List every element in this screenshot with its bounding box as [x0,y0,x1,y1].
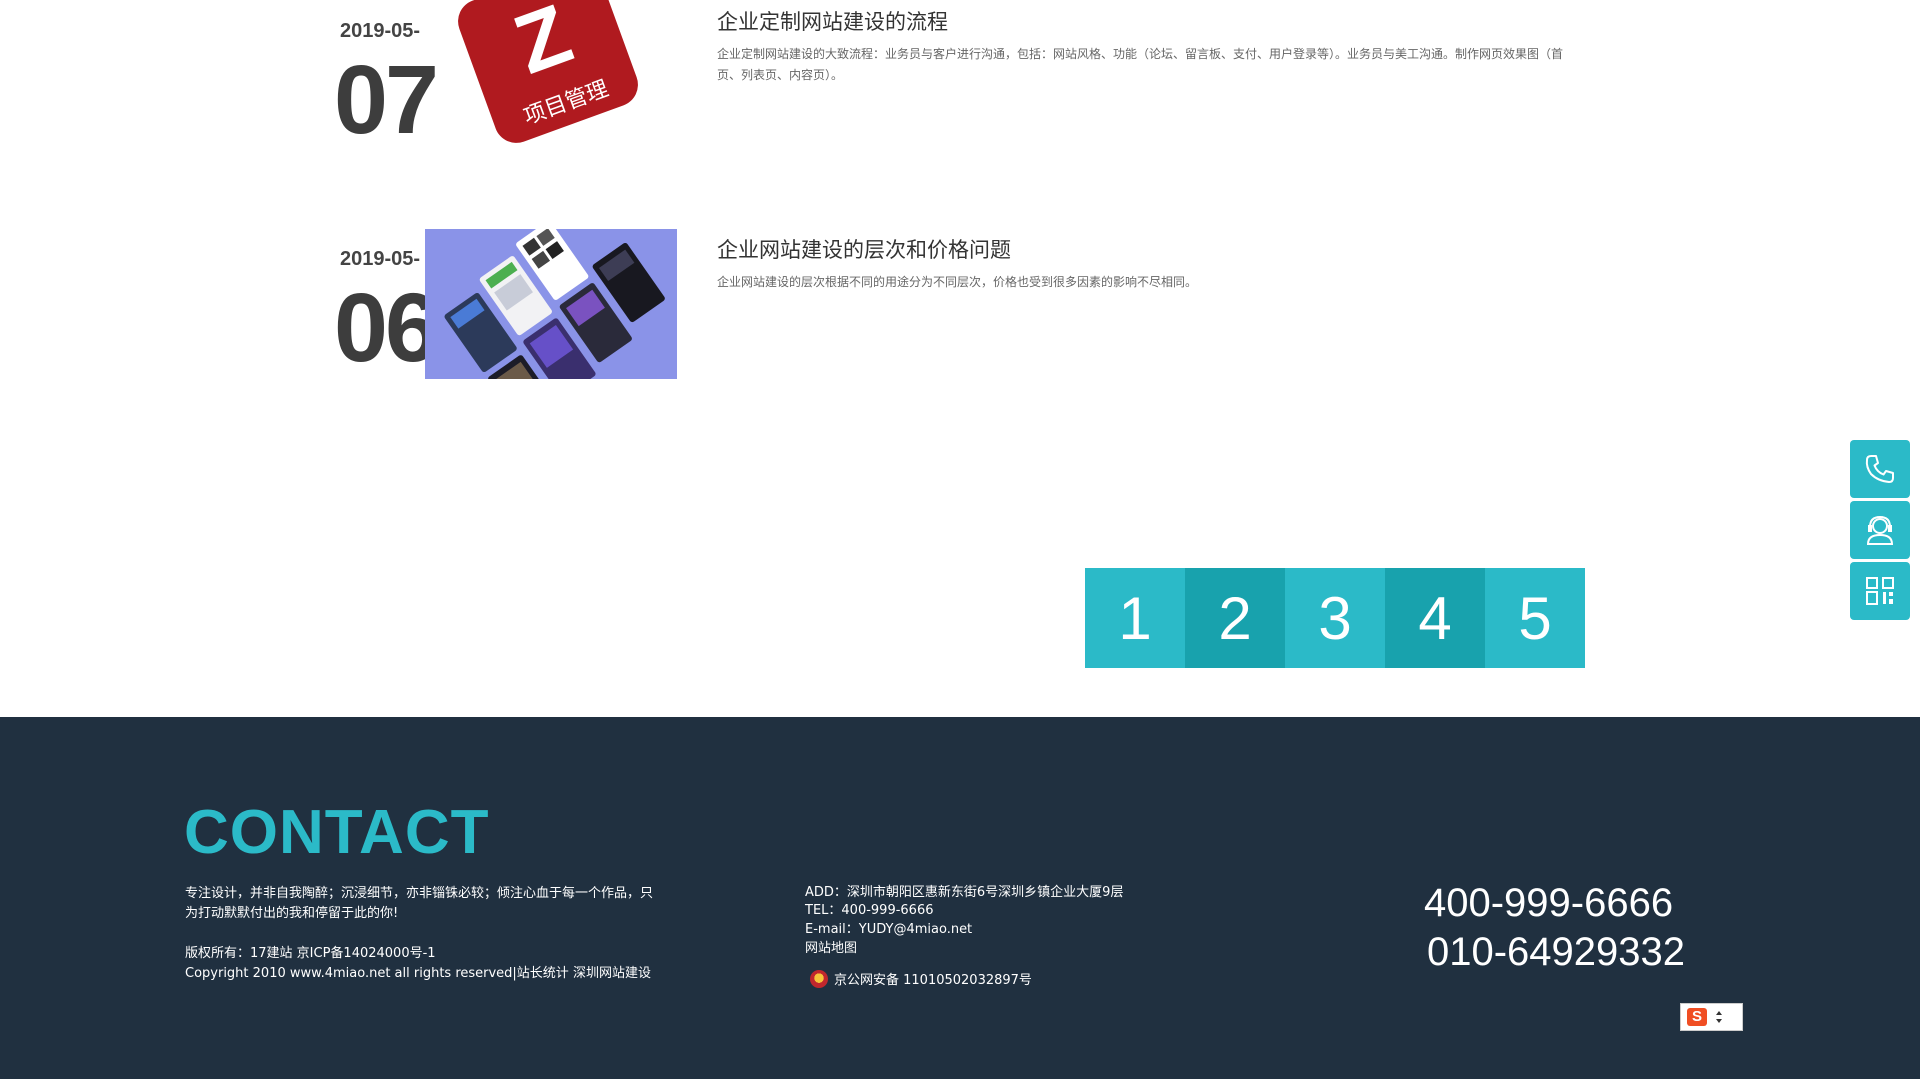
news-description: 企业定制网站建设的大致流程：业务员与客户进行沟通，包括：网站风格、功能（论坛、留… [717,47,1564,82]
police-badge-icon [810,969,828,988]
footer-address: ADD：深圳市朝阳区惠新东街6号深圳乡镇企业大厦9层 [805,885,1124,900]
news-description: 企业网站建设的层次根据不同的用途分为不同层次，价格也受到很多因素的影响不尽相同。 [717,275,1198,289]
qrcode-icon [1866,577,1894,605]
project-management-logo: Z 项目管理 [455,0,645,150]
qrcode-button[interactable] [1850,562,1910,620]
footer-copyright-line2[interactable]: Copyright 2010 www.4miao.net all rights … [185,964,655,984]
news-thumbnail[interactable]: Z 项目管理 [455,0,645,155]
contact-heading: CONTACT [184,798,490,867]
phone-icon [1865,455,1894,483]
news-date-month: 2019-05- [340,248,421,270]
page-button-2[interactable]: 2 [1185,568,1285,668]
page-button-1[interactable]: 1 [1085,568,1185,668]
page-button-4[interactable]: 4 [1385,568,1485,668]
police-record-link[interactable]: 京公网安备 11010502032897号 [810,969,1032,988]
website-mockups-image [444,229,665,379]
footer: CONTACT 专注设计，并非自我陶醉；沉浸细节，亦非锱铢必较；倾注心血于每一个… [0,717,1920,1079]
phone-button[interactable] [1850,440,1910,498]
footer-email[interactable]: E-mail：YUDY@4miao.net [805,920,972,940]
news-title[interactable]: 企业定制网站建设的流程 [717,6,948,36]
footer-copyright-line1: 版权所有：17建站 京ICP备14024000号-1 [185,946,436,961]
news-date-day: 07 [334,45,439,154]
customer-service-button[interactable] [1850,501,1910,559]
news-date-day: 06 [334,273,439,382]
page-button-5[interactable]: 5 [1485,568,1585,668]
page-button-3[interactable]: 3 [1285,568,1385,668]
news-item[interactable]: 2019-05- 06 企业网站建设的层次和价格问题 企业网站建设的层次根据不同… [0,228,1920,388]
pagination: 1 2 3 4 5 [1085,568,1585,668]
arrow-updown-icon [1716,1011,1722,1023]
hotline-phone-1: 400-999-6666 [1424,881,1674,925]
footer-slogan: 专注设计，并非自我陶醉；沉浸细节，亦非锱铢必较；倾注心血于每一个作品，只为打动默… [185,886,654,921]
floating-side-bar [1850,440,1910,623]
sogou-logo-icon: S [1687,1008,1707,1026]
news-title[interactable]: 企业网站建设的层次和价格问题 [717,234,1011,264]
sogou-input-widget[interactable]: S [1680,1003,1743,1031]
police-record-text: 京公网安备 11010502032897号 [834,973,1032,988]
news-thumbnail[interactable] [425,229,677,379]
news-date-month: 2019-05- [340,20,421,42]
footer-tel: TEL：400-999-6666 [805,903,934,918]
customer-service-icon [1866,515,1894,545]
hotline-phone-2: 010-64929332 [1427,930,1686,974]
sitemap-link[interactable]: 网站地图 [805,939,857,959]
news-item[interactable]: 2019-05- 07 Z 项目管理 企业定制网站建设的流程 企业定制网站建设的… [0,0,1920,170]
